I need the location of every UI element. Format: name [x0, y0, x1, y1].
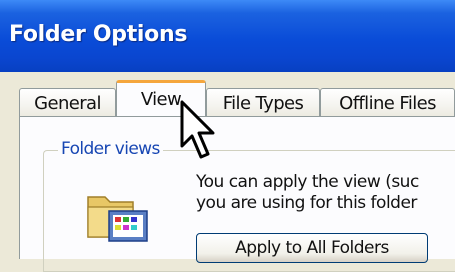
window-title: Folder Options — [9, 22, 188, 47]
apply-to-all-folders-button[interactable]: Apply to All Folders — [196, 233, 428, 263]
folder-views-group-title: Folder views — [58, 139, 163, 159]
folder-views-description: You can apply the view (suc you are usin… — [196, 172, 419, 214]
folder-views-icon — [85, 187, 155, 251]
mouse-pointer-icon — [179, 100, 219, 166]
description-line-1: You can apply the view (suc — [196, 172, 419, 192]
tab-file-types[interactable]: File Types — [206, 88, 320, 118]
title-bar[interactable]: Folder Options — [0, 0, 455, 72]
tab-general[interactable]: General — [19, 88, 116, 118]
description-line-2: you are using for this folder — [196, 193, 417, 213]
tab-offline-files[interactable]: Offline Files — [320, 88, 455, 118]
